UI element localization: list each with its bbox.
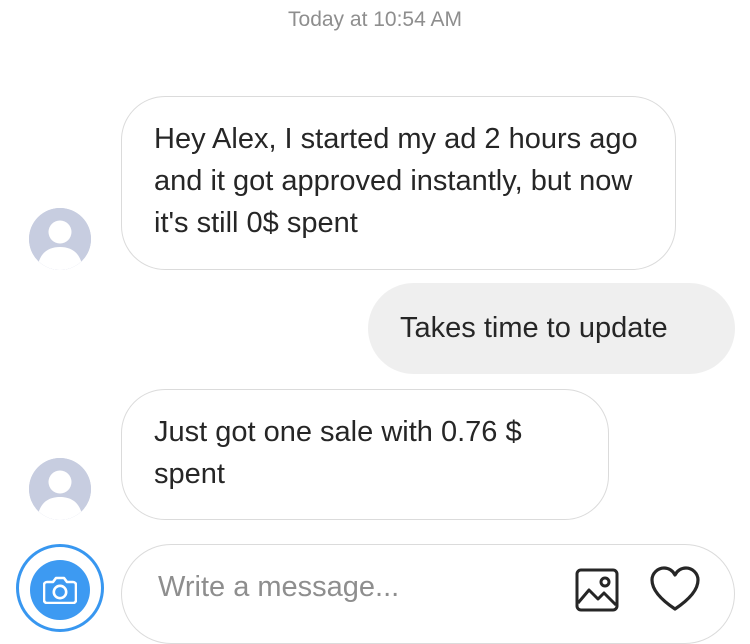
outgoing-message-bubble[interactable]: Takes time to update: [368, 283, 735, 374]
message-input[interactable]: [158, 567, 558, 607]
avatar[interactable]: [29, 208, 91, 270]
incoming-message-bubble[interactable]: Just got one sale with 0.76 $ spent: [121, 389, 609, 520]
gallery-icon[interactable]: [574, 567, 620, 613]
default-avatar-icon: [29, 458, 91, 520]
message-composer: [121, 544, 735, 644]
message-text: Hey Alex, I started my ad 2 hours ago an…: [154, 123, 638, 239]
message-text: Takes time to update: [400, 312, 668, 344]
message-text: Just got one sale with 0.76 $ spent: [154, 416, 522, 490]
avatar[interactable]: [29, 458, 91, 520]
default-avatar-icon: [29, 208, 91, 270]
camera-icon: [30, 560, 90, 620]
heart-icon[interactable]: [650, 565, 700, 613]
timestamp: Today at 10:54 AM: [288, 8, 462, 31]
incoming-message-bubble[interactable]: Hey Alex, I started my ad 2 hours ago an…: [121, 96, 676, 270]
